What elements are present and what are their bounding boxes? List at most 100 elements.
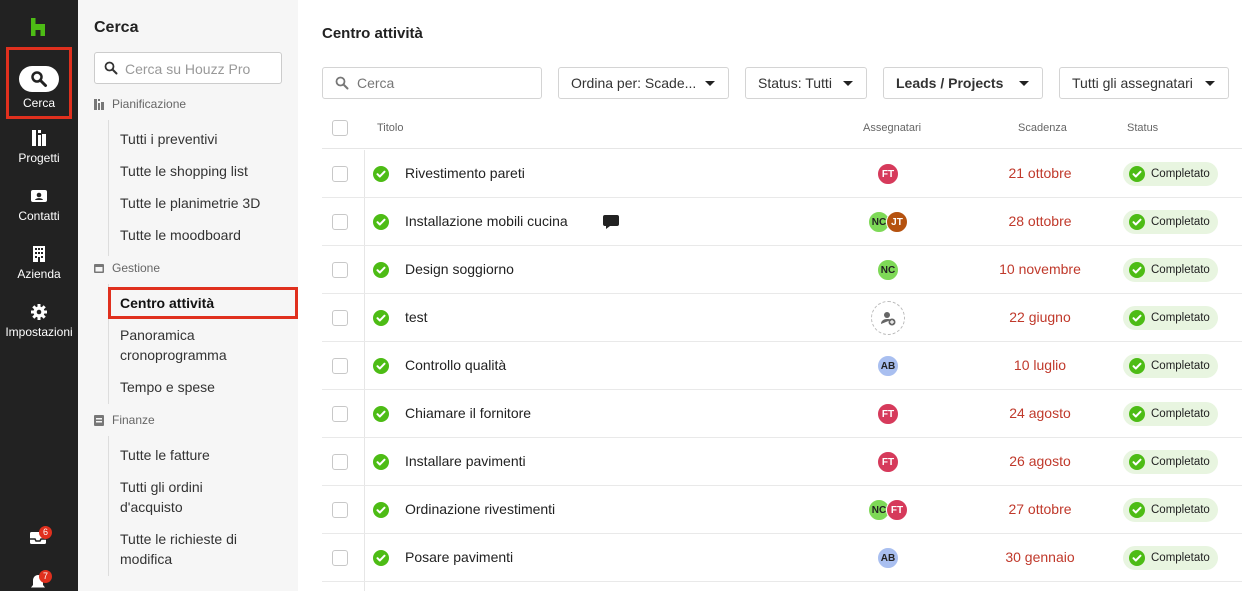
status-badge[interactable]: Completato (1123, 450, 1218, 474)
select-all-checkbox[interactable] (332, 120, 348, 136)
page-title: Centro attività (322, 25, 423, 42)
sidebar-item-planimetrie[interactable]: Tutte le planimetrie 3D (120, 193, 280, 213)
row-checkbox[interactable] (332, 406, 348, 422)
sidebar-item-moodboard[interactable]: Tutte le moodboard (120, 225, 280, 245)
due-date: 22 giugno (1009, 309, 1071, 325)
chevron-down-icon (705, 81, 715, 86)
avatar[interactable]: AB (877, 355, 899, 377)
sidebar-item-fatture[interactable]: Tutte le fatture (120, 445, 280, 465)
sort-dropdown[interactable]: Ordina per: Scade... (558, 67, 729, 99)
avatar[interactable]: JT (886, 211, 908, 233)
task-title[interactable]: Design soggiorno (405, 261, 514, 277)
task-title[interactable]: Ordinazione rivestimenti (405, 501, 555, 517)
sidebar-search-input[interactable] (125, 59, 275, 79)
rail-item-contatti[interactable]: Contatti (0, 187, 78, 223)
row-checkbox[interactable] (332, 358, 348, 374)
status-badge[interactable]: Completato (1123, 402, 1218, 426)
check-circle-icon (1129, 166, 1145, 182)
status-badge[interactable]: Completato (1123, 258, 1218, 282)
column-assignees[interactable]: Assegnatari (863, 122, 921, 134)
sidebar-item-tempo-spese[interactable]: Tempo e spese (120, 377, 280, 397)
sidebar-item-preventivi[interactable]: Tutti i preventivi (120, 129, 280, 149)
assignee-group[interactable]: FT (867, 163, 909, 185)
assignee-group[interactable]: AB (867, 355, 909, 377)
row-checkbox[interactable] (332, 166, 348, 182)
task-search-input[interactable] (357, 75, 527, 91)
rail-item-progetti[interactable]: Progetti (0, 129, 78, 165)
table-row[interactable]: Installazione mobili cucina NC JT 28 ottobr… (322, 198, 1242, 246)
houzz-logo-icon[interactable] (29, 18, 47, 36)
avatar[interactable]: FT (877, 451, 899, 473)
status-filter-dropdown[interactable]: Status: Tutti (745, 67, 867, 99)
status-label: Completato (1151, 264, 1210, 276)
table-row[interactable]: Posare pavimenti AB 30 gennaio Completato (322, 534, 1242, 582)
column-due[interactable]: Scadenza (1018, 122, 1067, 134)
add-assignee-icon[interactable] (871, 301, 905, 335)
sidebar-search[interactable] (94, 52, 282, 84)
column-status[interactable]: Status (1127, 122, 1158, 134)
avatar[interactable]: FT (877, 163, 899, 185)
planning-icon (94, 98, 104, 110)
assignee-group[interactable]: NC FT (867, 499, 909, 521)
comment-icon[interactable] (603, 215, 619, 229)
status-badge[interactable]: Completato (1123, 306, 1218, 330)
invoice-icon (94, 414, 104, 426)
assignee-filter-label: Tutti gli assegnatari (1072, 75, 1193, 91)
status-badge[interactable]: Completato (1123, 498, 1218, 522)
projects-icon (32, 130, 46, 146)
avatar[interactable]: FT (877, 403, 899, 425)
status-badge[interactable]: Completato (1123, 546, 1218, 570)
type-filter-label: Leads / Projects (896, 75, 1004, 91)
task-title[interactable]: Installare pavimenti (405, 453, 526, 469)
row-checkbox[interactable] (332, 310, 348, 326)
assignee-group[interactable]: AB (867, 547, 909, 569)
table-row[interactable]: Installare pavimenti FT 26 agosto Completat… (322, 438, 1242, 486)
table-row[interactable]: Ordinazione rivestimenti NC FT 27 ottobre Co… (322, 486, 1242, 534)
assignee-group[interactable]: FT (867, 451, 909, 473)
row-checkbox[interactable] (332, 262, 348, 278)
task-title[interactable]: Controllo qualità (405, 357, 506, 373)
avatar[interactable]: AB (877, 547, 899, 569)
table-row[interactable]: Design soggiorno NC 10 novembre Completato (322, 246, 1242, 294)
task-title[interactable]: Posare pavimenti (405, 549, 513, 565)
check-circle-icon (1129, 406, 1145, 422)
due-date: 10 luglio (1013, 357, 1067, 373)
type-filter-dropdown[interactable]: Leads / Projects (883, 67, 1043, 99)
rail-item-impostazioni[interactable]: Impostazioni (0, 303, 78, 339)
task-search[interactable] (322, 67, 542, 99)
assignee-filter-dropdown[interactable]: Tutti gli assegnatari (1059, 67, 1229, 99)
table-row[interactable]: Rivestimento pareti FT 21 ottobre Completat… (322, 150, 1242, 198)
task-title[interactable]: test (405, 309, 428, 325)
task-title[interactable]: Chiamare il fornitore (405, 405, 531, 421)
task-title[interactable]: Rivestimento pareti (405, 165, 525, 181)
avatar[interactable]: NC (877, 259, 899, 281)
status-badge[interactable]: Completato (1123, 162, 1218, 186)
left-rail: Cerca Progetti Contatti Azienda Impostaz… (0, 0, 78, 591)
row-checkbox[interactable] (332, 550, 348, 566)
row-checkbox[interactable] (332, 214, 348, 230)
assignee-group[interactable]: FT (867, 403, 909, 425)
assignee-group[interactable] (867, 301, 909, 335)
row-checkbox[interactable] (332, 502, 348, 518)
assignee-group[interactable]: NC (867, 259, 909, 281)
rail-item-label: Progetti (18, 151, 60, 165)
assignee-group[interactable]: NC JT (867, 211, 909, 233)
status-badge[interactable]: Completato (1123, 354, 1218, 378)
main-content: Centro attività Ordina per: Scade... Sta… (298, 0, 1242, 591)
table-row[interactable]: Controllo qualità AB 10 luglio Completato (322, 342, 1242, 390)
highlight-box (6, 47, 72, 119)
table-row[interactable]: test 22 giugno Completato (322, 294, 1242, 342)
column-title[interactable]: Titolo (377, 122, 404, 134)
status-badge[interactable]: Completato (1123, 210, 1218, 234)
sidebar-item-shopping-list[interactable]: Tutte le shopping list (120, 161, 280, 181)
row-checkbox[interactable] (332, 454, 348, 470)
check-circle-icon (1129, 454, 1145, 470)
calendar-icon (94, 264, 104, 273)
sidebar-item-cronoprogramma[interactable]: Panoramica cronoprogramma (120, 325, 240, 365)
avatar[interactable]: FT (886, 499, 908, 521)
rail-item-azienda[interactable]: Azienda (0, 245, 78, 281)
sidebar-item-richieste-modifica[interactable]: Tutte le richieste di modifica (120, 529, 260, 569)
sidebar-item-ordini-acquisto[interactable]: Tutti gli ordini d'acquisto (120, 477, 240, 517)
task-title[interactable]: Installazione mobili cucina (405, 213, 568, 229)
table-row[interactable]: Chiamare il fornitore FT 24 agosto Completa… (322, 390, 1242, 438)
